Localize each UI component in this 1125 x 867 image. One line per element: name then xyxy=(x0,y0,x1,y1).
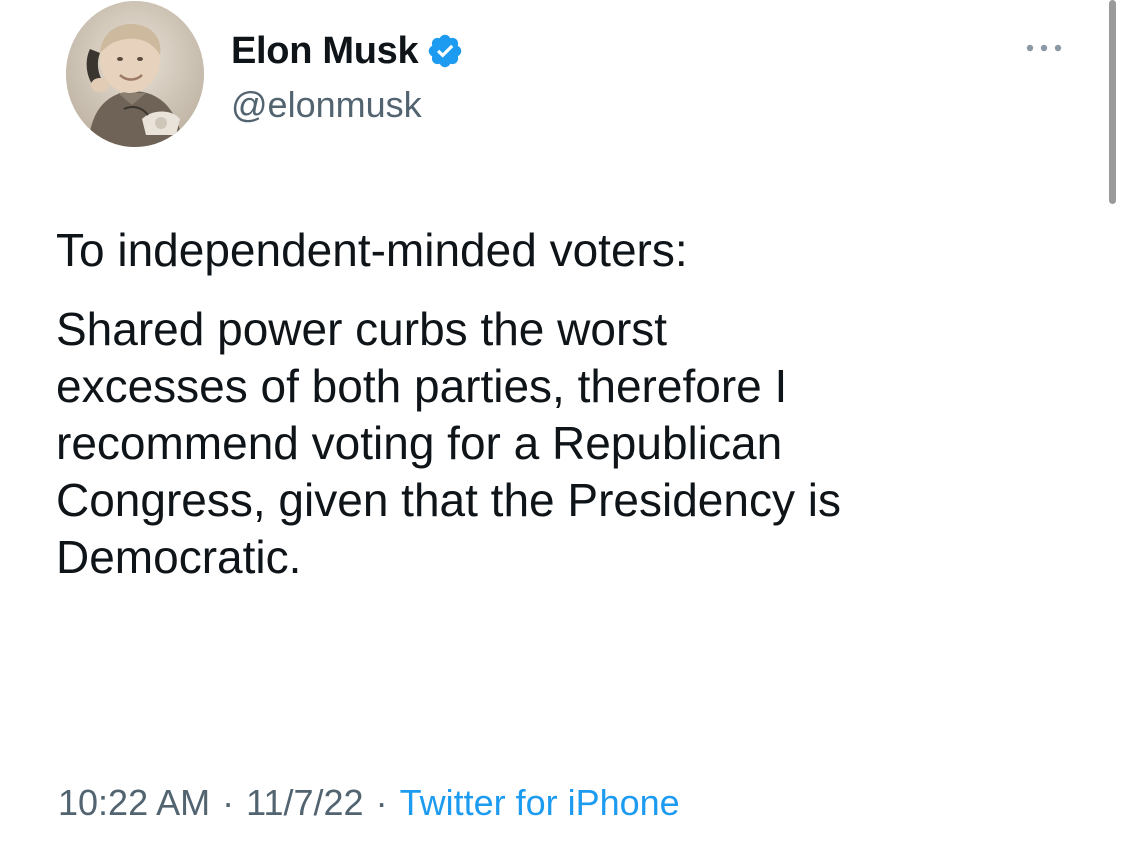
avatar[interactable] xyxy=(66,1,204,147)
author-handle[interactable]: @elonmusk xyxy=(231,84,422,126)
scrollbar-thumb[interactable] xyxy=(1109,0,1116,204)
tweet-card: Elon Musk @elonmusk To independent-minde… xyxy=(0,0,1125,867)
tweet-text-line: Congress, given that the Presidency is xyxy=(56,474,841,526)
verified-badge-icon xyxy=(426,32,464,70)
tweet-time[interactable]: 10:22 AM xyxy=(58,782,210,824)
tweet-text-line: Shared power curbs the worst xyxy=(56,303,668,355)
tweet-text-line: recommend voting for a Republican xyxy=(56,417,783,469)
meta-separator: · xyxy=(375,782,388,823)
tweet-text-line: excesses of both parties, therefore I xyxy=(56,360,788,412)
author-name-row: Elon Musk xyxy=(231,26,464,76)
tweet-text-line: To independent-minded voters: xyxy=(56,224,688,276)
tweet-text: To independent-minded voters: Shared pow… xyxy=(56,222,1096,586)
tweet-source-link[interactable]: Twitter for iPhone xyxy=(400,782,680,824)
author-display-name[interactable]: Elon Musk xyxy=(231,30,419,73)
tweet-text-line: Democratic. xyxy=(56,531,302,583)
more-options-icon[interactable] xyxy=(1022,38,1066,58)
meta-separator: · xyxy=(222,782,235,823)
tweet-metadata: 10:22 AM · 11/7/22 · Twitter for iPhone xyxy=(58,782,680,824)
tweet-date[interactable]: 11/7/22 xyxy=(246,782,363,824)
